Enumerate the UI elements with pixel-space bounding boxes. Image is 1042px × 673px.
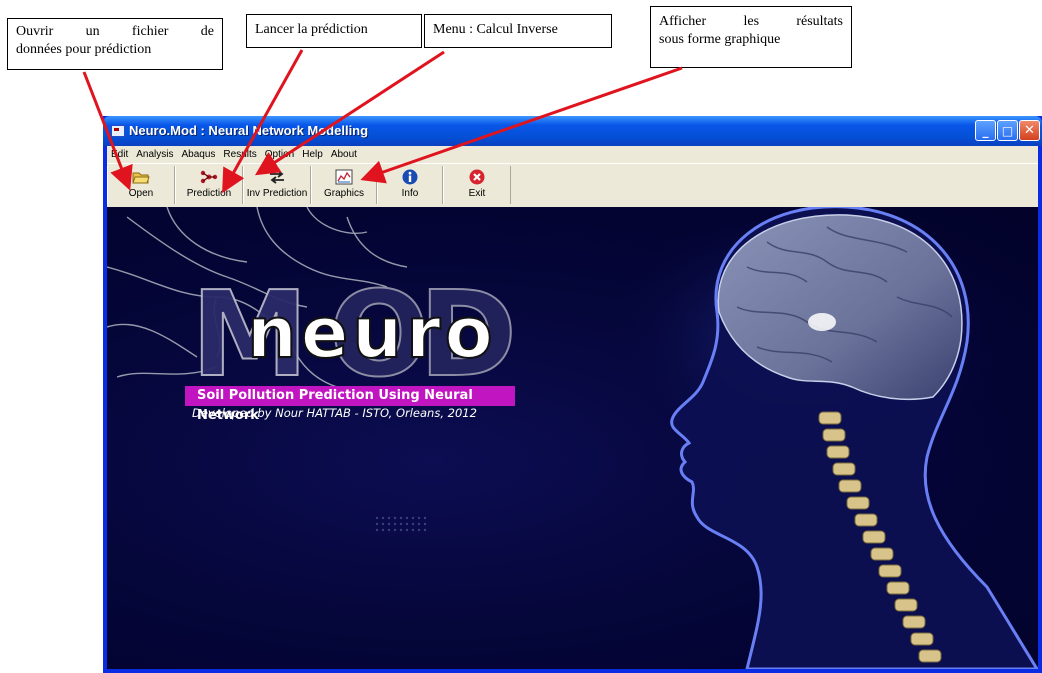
menu-analysis[interactable]: Analysis — [132, 149, 177, 160]
inv-prediction-button[interactable]: Inv Prediction — [243, 166, 311, 204]
dot-grid — [375, 516, 427, 532]
app-window: Neuro.Mod : Neural Network Modelling _ □… — [103, 116, 1042, 673]
graphics-label: Graphics — [323, 188, 364, 199]
app-icon — [111, 125, 125, 137]
open-button[interactable]: Open — [107, 166, 175, 204]
prediction-label: Prediction — [186, 188, 232, 199]
inverse-arrows-icon — [270, 170, 284, 184]
callout-line: données pour prédiction — [16, 42, 152, 57]
callout-word: fichier — [131, 24, 169, 39]
menu-about[interactable]: About — [327, 149, 361, 160]
info-label: Info — [401, 188, 419, 199]
menu-option[interactable]: Option — [261, 149, 298, 160]
info-icon — [402, 169, 418, 185]
menu-bar: Edit Analysis Abaqus Results Option Help… — [107, 146, 1038, 163]
window-title: Neuro.Mod : Neural Network Modelling — [129, 123, 369, 138]
minimize-button[interactable]: _ — [975, 120, 996, 141]
callout-graphics: Afficher les résultats sous forme graphi… — [650, 6, 852, 68]
menu-edit[interactable]: Edit — [107, 149, 132, 160]
tagline-banner: Soil Pollution Prediction Using Neural N… — [185, 386, 515, 423]
callout-word: un — [85, 24, 100, 39]
exit-button[interactable]: Exit — [443, 166, 511, 204]
logo-word: neuro — [247, 292, 497, 374]
exit-label: Exit — [468, 188, 486, 199]
callout-launch-prediction: Lancer la prédiction — [246, 14, 422, 48]
callout-word: résultats — [796, 14, 843, 29]
toolbar: Open Prediction Inv Prediction Graphics … — [107, 163, 1038, 208]
head-illustration — [607, 207, 1038, 669]
maximize-button[interactable]: □ — [997, 120, 1018, 141]
info-button[interactable]: Info — [377, 166, 443, 204]
menu-abaqus[interactable]: Abaqus — [177, 149, 219, 160]
exit-icon — [469, 169, 485, 185]
credits-text: Developed by Nour HATTAB - ISTO, Orleans… — [192, 406, 477, 420]
inv-prediction-label: Inv Prediction — [246, 188, 308, 199]
callout-open-file: Ouvrir un fichier de données pour prédic… — [7, 18, 223, 70]
close-button[interactable]: ✕ — [1019, 120, 1040, 141]
callout-word: les — [743, 14, 760, 29]
mod-logo: M O D neuro — [190, 264, 518, 404]
menu-results[interactable]: Results — [219, 149, 260, 160]
callout-word: Ouvrir — [16, 24, 54, 39]
prediction-button[interactable]: Prediction — [175, 166, 243, 204]
graphics-button[interactable]: Graphics — [311, 166, 377, 204]
callout-word: Afficher — [659, 14, 707, 29]
open-folder-icon — [132, 172, 150, 184]
splash-artwork: M O D neuro — [107, 207, 1038, 669]
chart-icon — [335, 169, 353, 185]
network-icon — [200, 170, 218, 184]
title-bar[interactable]: Neuro.Mod : Neural Network Modelling _ □… — [103, 116, 1042, 146]
callout-line: sous forme graphique — [659, 32, 781, 47]
open-label: Open — [128, 188, 154, 199]
callout-inverse-menu: Menu : Calcul Inverse — [424, 14, 612, 48]
callout-word: de — [200, 24, 214, 39]
splash-screen: M O D neuro Soil Pollution Prediction Us… — [107, 207, 1038, 669]
menu-help[interactable]: Help — [298, 149, 327, 160]
